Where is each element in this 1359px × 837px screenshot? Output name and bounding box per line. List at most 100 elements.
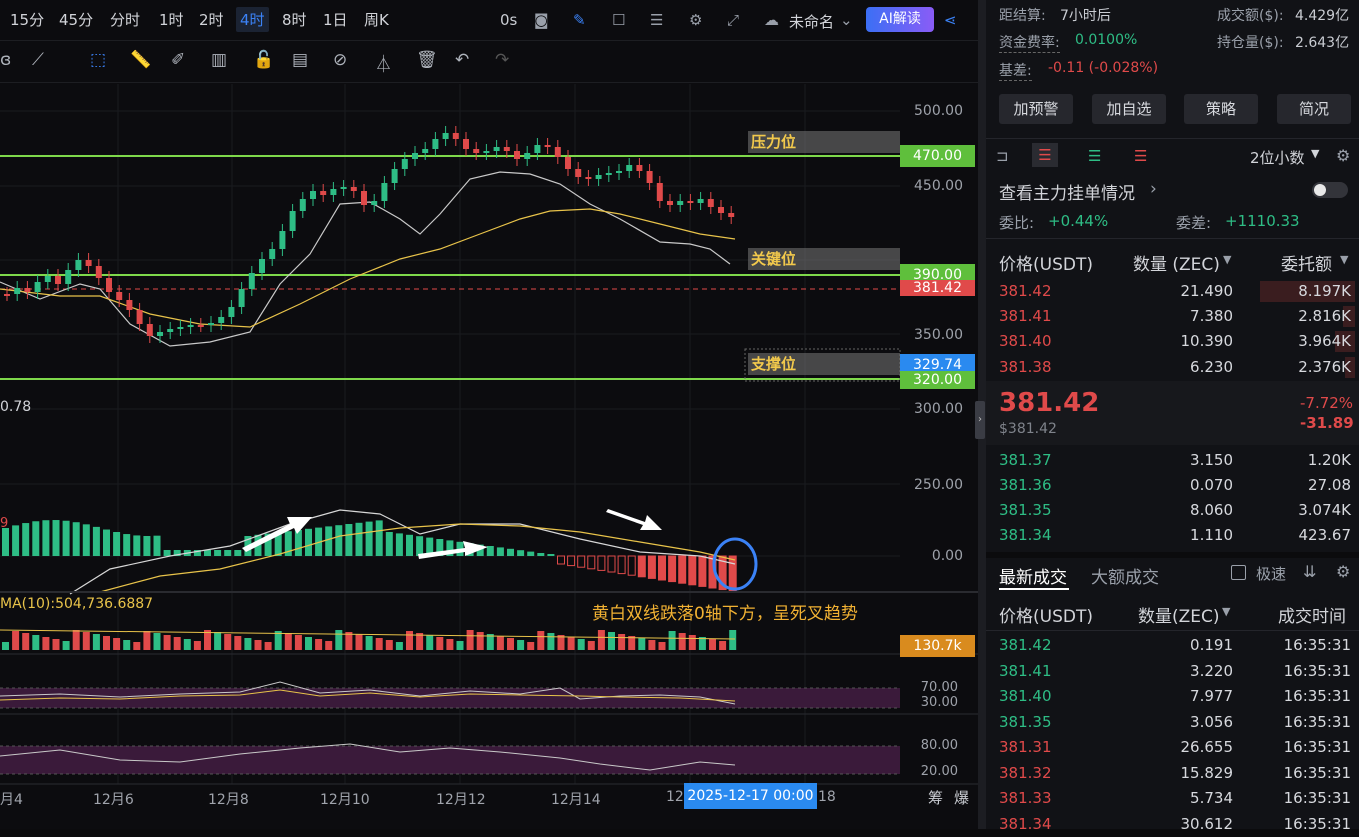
key-level-label: 关键位 [748,248,900,270]
orderbook-asks-icon[interactable]: ☰ [1134,147,1147,165]
ob-header-qty[interactable]: 数量 (ZEC) [1133,250,1220,275]
ask-row[interactable]: 381.41 7.380 2.816K [986,304,1359,329]
caret-down-icon[interactable]: ▼ [1311,147,1319,160]
liquidation-icon[interactable]: 爆 [954,787,969,808]
volume-bar [254,640,262,650]
draw-tool-icon[interactable]: ɞ [0,50,11,70]
bid-row[interactable]: 381.35 8.060 3.074K [986,498,1359,523]
ai-interpret-button[interactable]: AI解读 [866,7,934,32]
settings-icon[interactable]: ⚙ [1336,562,1350,581]
filter-sort-icon[interactable]: ⇊ [1303,562,1316,581]
macd-bar [728,555,737,592]
tab-large-trades[interactable]: 大额成交 [1091,563,1159,588]
volume-bar [466,630,474,650]
camera-icon[interactable]: ◙ [534,11,549,29]
lock-icon[interactable]: 🔓 [253,50,274,70]
caret-down-icon[interactable]: ▼ [1340,253,1348,266]
main-orders-toggle[interactable] [1312,182,1348,198]
kline-chart-svg[interactable] [0,84,978,829]
volume-bar [688,635,696,650]
indicator-list-icon[interactable]: ☰ [650,11,663,29]
undo-icon[interactable]: ↶ [455,50,469,70]
orderbook-mode-icon[interactable]: ⊐ [996,147,1009,165]
ask-row[interactable]: 381.38 6.230 2.376K [986,355,1359,380]
add-watchlist-button[interactable]: 加自选 [1092,94,1166,124]
trade-qty: 7.977 [1190,687,1233,705]
tf-45m[interactable]: 45分 [57,9,95,30]
macd-bar [113,532,121,556]
fullscreen-icon[interactable]: ⤢ [727,11,739,29]
brush-icon[interactable]: ✐ [171,50,185,70]
pen-icon[interactable]: ✎ [573,11,586,29]
bid-row[interactable]: 381.34 1.110 423.67 [986,523,1359,548]
ob-header-total[interactable]: 委托额 [1281,250,1332,275]
chevron-right-icon[interactable]: › [1150,179,1157,199]
main-orders-link[interactable]: 查看主力挂单情况 [999,179,1135,204]
caret-down-icon[interactable]: ▼ [1222,605,1230,618]
overview-button[interactable]: 简况 [1277,94,1351,124]
tab-latest-trades[interactable]: 最新成交 [999,563,1067,588]
funding-label[interactable]: 资金费率: [999,32,1060,53]
layout-name[interactable]: 未命名 [789,11,834,32]
macd-bar [294,530,302,556]
tf-4h[interactable]: 4时 [236,7,269,32]
candle-body [24,288,31,292]
trendline-icon[interactable]: ⟋ [32,50,44,70]
basis-label[interactable]: 基差: [999,60,1032,81]
change-percent: -7.72% [1300,394,1354,412]
candle-body [4,294,10,296]
trade-row: 381.35 3.056 16:35:31 [986,710,1359,735]
tf-15m[interactable]: 15分 [8,9,46,30]
strategy-button[interactable]: 策略 [1184,94,1258,124]
oi-value: 2.643亿 [1295,35,1350,51]
fast-checkbox[interactable] [1231,565,1246,580]
select-icon[interactable]: ⬚ [90,50,106,70]
chevron-down-icon[interactable]: ⌄ [840,11,853,29]
macd-bar [557,555,565,565]
resistance-label: 压力位 [748,131,900,153]
volume-bar [355,634,363,650]
template-icon[interactable]: ▤ [292,50,308,70]
ask-row[interactable]: 381.42 21.490 8.197K [986,279,1359,304]
settings-icon[interactable]: ⚙ [689,11,702,29]
macd-bar [486,546,494,556]
collapse-handle[interactable]: › [975,401,985,439]
tf-weekly[interactable]: 周K [362,9,391,30]
bid-row[interactable]: 381.36 0.070 27.08 [986,473,1359,498]
redo-icon[interactable]: ↷ [495,50,509,70]
ask-row[interactable]: 381.40 10.390 3.964K [986,329,1359,354]
comment-icon[interactable]: ☐ [612,11,625,29]
caret-down-icon[interactable]: ▼ [1223,253,1231,266]
magnet-icon[interactable]: ⊘ [333,50,347,70]
bid-qty: 3.150 [1190,451,1233,469]
candle-body [524,153,531,159]
tf-intraday[interactable]: 分时 [108,9,142,30]
candle-body [106,278,112,292]
trades-header-qty[interactable]: 数量(ZEC) [1138,602,1220,627]
filter-icon[interactable]: ⏃ [375,50,392,75]
settings-icon[interactable]: ⚙ [1336,146,1350,165]
trash-icon[interactable]: 🗑 [416,50,438,70]
ask-qty: 6.230 [1190,358,1233,376]
volume-bar [264,642,272,650]
tf-1d[interactable]: 1日 [321,9,350,30]
tf-8h[interactable]: 8时 [280,9,309,30]
macd-bar [607,555,616,573]
tf-2h[interactable]: 2时 [197,9,226,30]
cloud-icon[interactable]: ☁ [764,11,779,29]
bid-row[interactable]: 381.37 3.150 1.20K [986,448,1359,473]
macd-bar [22,523,30,556]
share-icon[interactable]: ⋖ [944,11,957,29]
orderbook-bids-icon[interactable]: ☰ [1088,147,1101,165]
trade-row: 381.41 3.220 16:35:31 [986,659,1359,684]
support-price-tag: 320.00 [900,371,975,389]
add-alert-button[interactable]: 加预警 [999,94,1073,124]
ruler-icon[interactable]: 📏 [130,50,151,70]
precision-select[interactable]: 2位小数 [1250,147,1305,168]
chip-icon[interactable]: 筹 [928,787,943,808]
toggle-knob [1314,184,1326,196]
candle-body [95,266,102,278]
tf-1h[interactable]: 1时 [157,9,186,30]
candles-icon[interactable]: ▥ [211,50,227,70]
orderbook-both-icon[interactable]: ☰ [1032,143,1058,167]
